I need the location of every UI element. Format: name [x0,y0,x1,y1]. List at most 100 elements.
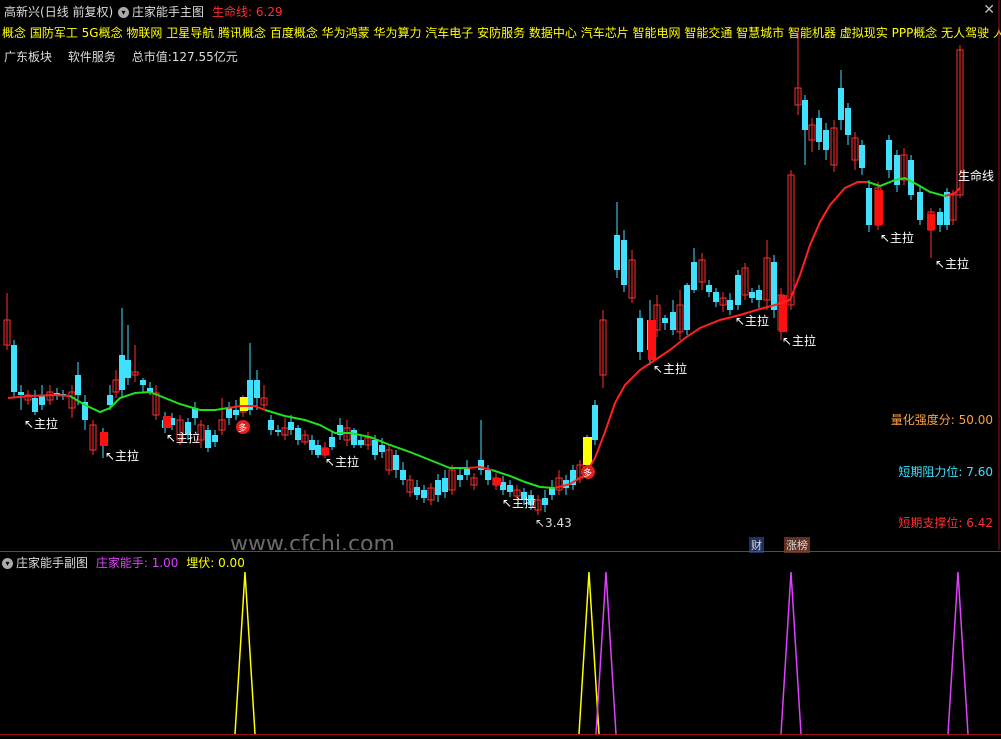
dropdown-circle-icon[interactable]: ▾ [2,558,13,569]
main-pull-annotation: ↖主拉 [325,454,359,469]
main-pull-annotation: ↖主拉 [653,361,687,376]
candle-body [464,468,470,475]
candle-body [315,445,321,455]
watermark: www.cfchi.com [230,532,395,550]
candle-body [393,455,399,470]
candle-body [254,380,260,398]
mf-readout: 埋伏: 0.00 [186,556,245,570]
candle-body [275,430,281,432]
candle-body [309,440,315,450]
candle-body [771,262,777,310]
candle-body [421,490,427,498]
candle-body [845,108,851,135]
candle-body [614,235,620,270]
main-chart[interactable]: www.cfchi.com ↖主拉 ↖主拉 ↖主拉 ↖主拉 ↖主拉 ↖主拉 ↖主拉 ↖主拉 ↖主… [0,0,1001,550]
candle-body [212,435,218,442]
limit-candle-body [163,416,171,428]
candle-body [908,160,914,195]
life-line-segment [554,181,868,489]
candle-body [662,318,668,323]
candle-body [435,480,441,495]
life-line-segment [69,390,229,414]
candle-body [549,488,555,495]
candle-body [592,405,598,440]
yellow-candle-body [583,437,592,465]
yellow-candle-body [240,397,248,411]
metric-strength: 量化强度分: 50.00 [890,413,993,427]
candle-body [295,428,301,440]
candle-body [684,285,690,330]
candle-body [944,192,950,225]
metric-resistance: 短期阻力位: 7.60 [898,465,993,479]
candle-body [886,140,892,170]
candle-body [288,422,294,430]
candle-body [107,395,113,405]
main-pull-annotation: ↖主拉 [24,416,58,431]
candle-body [11,345,17,392]
candle-body [802,100,808,130]
candle-body [838,88,844,120]
candle-body [727,300,733,310]
candle-body [140,380,146,385]
candle-body [637,318,643,352]
panel-divider[interactable] [0,551,1001,552]
main-pull-annotation: ↖主拉 [935,256,969,271]
sub-title-bar: ▾ 庄家能手副图 庄家能手: 1.00 埋伏: 0.00 [2,554,245,571]
candle-body [205,430,211,448]
candle-body [358,440,364,445]
signal-spike [595,571,617,735]
main-pull-annotation: ↖主拉 [502,495,536,510]
candle-body [823,130,829,150]
limit-candle-body [648,320,656,360]
candle-body [226,408,232,418]
limit-candle-body [875,190,883,225]
candle-body [816,118,822,142]
metric-support: 短期支撑位: 6.42 [898,516,993,530]
candle-body [268,420,274,430]
main-pull-annotation: ↖主拉 [166,430,200,445]
candle-body [329,437,335,447]
candle-body [937,212,943,225]
candle-body [749,292,755,298]
main-pull-annotation: ↖主拉 [880,230,914,245]
candle-body [400,470,406,480]
candle-body [351,430,357,445]
buy-marker-label: 多 [583,467,592,479]
candle-body [372,440,378,455]
candle-body [866,188,872,225]
candle-body [691,262,697,290]
candle-body [125,360,131,378]
candle-body [735,275,741,305]
candle-body [670,312,676,330]
candle-body [756,290,762,300]
life-line-end-label: 生命线 [958,168,994,183]
main-pull-annotation: ↖主拉 [782,333,816,348]
candle-body [18,392,24,395]
buy-marker-label: 多 [238,422,247,434]
candle-body [713,292,719,302]
candle-body [233,410,239,415]
limit-candle-body [321,448,329,455]
limit-candle-body [927,214,935,230]
candle-body [706,285,712,292]
candle-body [414,487,420,495]
candle-body [457,475,463,480]
signal-spike [578,571,600,735]
signal-spike [947,571,969,735]
signal-spike [780,571,802,735]
signal-spike [234,571,256,735]
low-price-annotation: ↖3.43 [535,516,572,530]
main-pull-annotation: ↖主拉 [105,448,139,463]
candle-body [621,240,627,285]
candle-body [75,375,81,395]
limit-candle-body [100,432,108,446]
candle-body [485,470,491,480]
candle-body [917,192,923,220]
candle-body [542,498,548,505]
candle-body [859,145,865,168]
limit-candle-body [493,478,501,485]
candle-body [32,398,38,412]
bottom-border [0,734,1001,735]
candle-body [507,485,513,492]
zjns-readout: 庄家能手: 1.00 [95,556,179,570]
